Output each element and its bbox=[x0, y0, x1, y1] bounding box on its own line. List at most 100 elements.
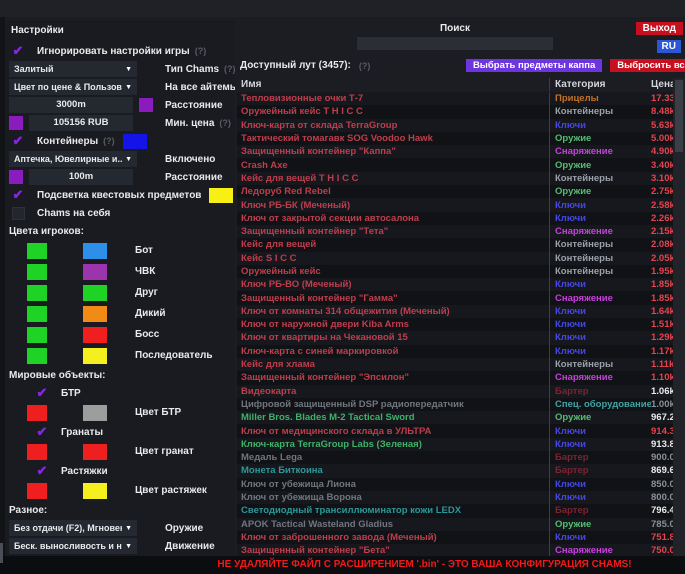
table-row[interactable]: Кейс для хламаКонтейнеры1.11kk bbox=[237, 358, 673, 371]
table-row[interactable]: Ключ РБ-ВО (Меченый)Ключи1.85kk bbox=[237, 278, 673, 291]
select-kappa-items-button[interactable]: Выбрать предметы каппа bbox=[466, 59, 602, 72]
drop-all-button[interactable]: Выбросить все bbox=[610, 59, 685, 72]
exit-button[interactable]: Выход bbox=[636, 22, 683, 35]
table-row[interactable]: Кейс для вещей T H I C CКонтейнеры3.10kk bbox=[237, 172, 673, 185]
item-category: Снаряжение bbox=[549, 544, 651, 556]
table-row[interactable]: Цифровой защищенный DSP радиопередатчикС… bbox=[237, 398, 673, 411]
color-swatch[interactable] bbox=[123, 134, 147, 149]
table-row[interactable]: Защищенный контейнер "Эпсилон"Снаряжение… bbox=[237, 371, 673, 384]
color-swatch[interactable] bbox=[83, 444, 107, 460]
color-swatch[interactable] bbox=[27, 327, 47, 343]
table-row[interactable]: Miller Bros. Blades M-2 Tactical SwordОр… bbox=[237, 411, 673, 424]
table-row[interactable]: Тактический томагавк SOG Voodoo HawkОруж… bbox=[237, 132, 673, 145]
dropdown[interactable]: Аптечка, Ювелирные и...▼ bbox=[9, 151, 137, 167]
color-swatch[interactable] bbox=[27, 405, 47, 421]
window-edge-scrollbar[interactable] bbox=[0, 543, 3, 563]
color-swatch[interactable] bbox=[83, 285, 107, 301]
search-label: Поиск bbox=[357, 23, 553, 34]
color-swatch[interactable] bbox=[27, 264, 47, 280]
item-price: 967.2k bbox=[651, 412, 673, 423]
table-row[interactable]: Защищенный контейнер "Гамма"Снаряжение1.… bbox=[237, 291, 673, 304]
color-swatch[interactable] bbox=[27, 306, 47, 322]
table-row[interactable]: Ключ от квартиры на Чекановой 15Ключи1.2… bbox=[237, 331, 673, 344]
table-row[interactable]: Оружейный кейс T H I C CКонтейнеры8.48kk bbox=[237, 105, 673, 118]
table-row[interactable]: Монета БиткоинаБартер869.6k bbox=[237, 464, 673, 477]
color-swatch[interactable] bbox=[83, 405, 107, 421]
color-swatch[interactable] bbox=[27, 483, 47, 499]
table-row[interactable]: ВидеокартаБартер1.06kk bbox=[237, 385, 673, 398]
table-row[interactable]: Кейс S I C CКонтейнеры2.05kk bbox=[237, 252, 673, 265]
color-swatch[interactable] bbox=[139, 98, 153, 112]
checkbox-checked[interactable]: ✔ bbox=[33, 386, 51, 401]
text-input[interactable]: 100m bbox=[29, 169, 133, 185]
color-swatch[interactable] bbox=[27, 285, 47, 301]
column-header-name[interactable]: Имя bbox=[237, 79, 549, 90]
color-swatch[interactable] bbox=[9, 116, 23, 130]
table-scrollbar-thumb[interactable] bbox=[675, 80, 683, 152]
table-row[interactable]: APOK Tactical Wasteland GladiusОружие785… bbox=[237, 518, 673, 531]
color-swatch[interactable] bbox=[209, 188, 233, 203]
color-swatch[interactable] bbox=[83, 327, 107, 343]
loot-table-body: Тепловизионные очки Т-7Прицелы17.33kkОру… bbox=[237, 92, 673, 556]
table-row[interactable]: Оружейный кейсКонтейнеры1.95kk bbox=[237, 265, 673, 278]
color-pair-row: ЧВК bbox=[27, 262, 235, 281]
checkbox-checked[interactable]: ✔ bbox=[9, 44, 27, 59]
color-swatch[interactable] bbox=[83, 264, 107, 280]
table-row[interactable]: Ключ от наружной двери Kiba ArmsКлючи1.5… bbox=[237, 318, 673, 331]
item-name: Защищенный контейнер "Гамма" bbox=[237, 293, 549, 304]
dropdown-widget: Без отдачи (F2), Мгновенное п▼ bbox=[9, 520, 155, 536]
checkbox-checked[interactable]: ✔ bbox=[33, 425, 51, 440]
table-row[interactable]: Ключ-карта TerraGroup Labs (Зеленая)Ключ… bbox=[237, 438, 673, 451]
table-row[interactable]: Ключ от заброшенного завода (Меченый)Клю… bbox=[237, 531, 673, 544]
table-row[interactable]: Ключ от медицинского склада в УЛЬТРАКлюч… bbox=[237, 424, 673, 437]
help-icon: (?) bbox=[224, 64, 235, 74]
column-header-category[interactable]: Категория bbox=[549, 78, 651, 91]
table-row[interactable]: Защищенный контейнер "Бета"Снаряжение750… bbox=[237, 544, 673, 556]
table-row[interactable]: Ключ-карта с синей маркировкойКлючи1.17k… bbox=[237, 345, 673, 358]
table-row[interactable]: Ключ-карта от склада TerraGroupКлючи5.63… bbox=[237, 119, 673, 132]
color-swatch[interactable] bbox=[27, 444, 47, 460]
table-row[interactable]: Ключ от убежища ЛионаКлючи850.0k bbox=[237, 478, 673, 491]
checkbox-unchecked[interactable] bbox=[9, 206, 27, 221]
color-swatch[interactable] bbox=[27, 243, 47, 259]
table-row[interactable]: Защищенный контейнер "Тета"Снаряжение2.1… bbox=[237, 225, 673, 238]
table-row[interactable]: Ключ от комнаты 314 общежития (Меченый)К… bbox=[237, 305, 673, 318]
item-name: Кейс S I C C bbox=[237, 253, 549, 264]
color-swatch[interactable] bbox=[9, 170, 23, 184]
item-name: Защищенный контейнер "Эпсилон" bbox=[237, 372, 549, 383]
dropdown[interactable]: Цвет по цене & Пользователь▼ bbox=[9, 79, 137, 95]
color-swatch[interactable] bbox=[83, 348, 107, 364]
dropdown[interactable]: Без отдачи (F2), Мгновенное п▼ bbox=[9, 520, 137, 536]
color-swatch[interactable] bbox=[83, 306, 107, 322]
item-name: Оружейный кейс T H I C C bbox=[237, 106, 549, 117]
table-row[interactable]: Светодиодный трансиллюминатор кожи LEDXБ… bbox=[237, 504, 673, 517]
checkbox-label: Chams на себя bbox=[37, 208, 110, 219]
table-row[interactable]: Медаль LegaБартер900.0k bbox=[237, 451, 673, 464]
checkbox-checked[interactable]: ✔ bbox=[9, 134, 27, 149]
table-row[interactable]: Ключ РБ-БК (Меченый)Ключи2.58kk bbox=[237, 198, 673, 211]
section-title: Разное: bbox=[9, 505, 235, 516]
table-row[interactable]: Ледоруб Red RebelОружие2.75kk bbox=[237, 185, 673, 198]
table-row[interactable]: Ключ от убежища ВоронаКлючи800.0k bbox=[237, 491, 673, 504]
search-input[interactable] bbox=[357, 37, 553, 50]
color-swatch[interactable] bbox=[27, 348, 47, 364]
dropdown[interactable]: Залитый▼ bbox=[9, 61, 137, 77]
text-input[interactable]: 105156 RUB bbox=[29, 115, 133, 131]
table-row[interactable]: Тепловизионные очки Т-7Прицелы17.33kk bbox=[237, 92, 673, 105]
item-price: 2.05kk bbox=[651, 253, 673, 264]
item-name: Ключ от убежища Ворона bbox=[237, 492, 549, 503]
table-row[interactable]: Crash AxeОружие3.40kk bbox=[237, 158, 673, 171]
checkbox-checked[interactable]: ✔ bbox=[33, 464, 51, 479]
table-row[interactable]: Защищенный контейнер "Каппа"Снаряжение4.… bbox=[237, 145, 673, 158]
color-swatch[interactable] bbox=[83, 483, 107, 499]
table-scrollbar[interactable] bbox=[673, 78, 685, 556]
table-row[interactable]: Кейс для вещейКонтейнеры2.08kk bbox=[237, 238, 673, 251]
item-name: Ключ РБ-ВО (Меченый) bbox=[237, 279, 549, 290]
item-name: Тепловизионные очки Т-7 bbox=[237, 93, 549, 104]
table-row[interactable]: Ключ от закрытой секции автосалонаКлючи2… bbox=[237, 212, 673, 225]
language-button[interactable]: RU bbox=[657, 40, 681, 53]
checkbox-checked[interactable]: ✔ bbox=[9, 188, 27, 203]
color-swatch[interactable] bbox=[83, 243, 107, 259]
dropdown[interactable]: Беск. выносливость и нет уста▼ bbox=[9, 538, 137, 554]
text-input[interactable]: 3000m bbox=[9, 97, 133, 113]
